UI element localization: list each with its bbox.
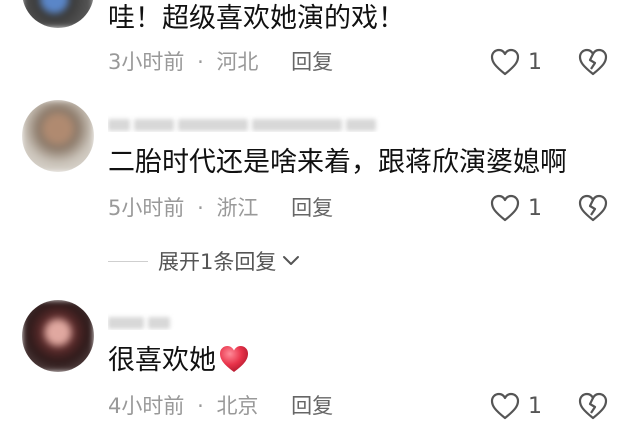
avatar[interactable] <box>22 0 94 28</box>
chevron-down-icon <box>283 256 300 265</box>
comment-location: 北京 <box>216 394 259 418</box>
broken-heart-icon <box>578 392 608 420</box>
reply-button[interactable]: 回复 <box>291 394 333 418</box>
comment-meta: 3小时前 · 河北 回复 <box>108 48 333 76</box>
like-count: 1 <box>528 49 542 75</box>
comment-text-content: 很喜欢她 <box>108 345 216 376</box>
comment-meta: 4小时前 · 北京 回复 <box>108 392 333 420</box>
expand-replies-label: 展开1条回复 <box>158 250 277 274</box>
broken-heart-icon <box>578 48 608 76</box>
comment-time: 5小时前 <box>108 196 185 220</box>
like-count: 1 <box>528 195 542 221</box>
heart-outline-icon <box>490 194 520 222</box>
red-heart-emoji-icon <box>220 346 248 372</box>
like-button[interactable]: 1 <box>490 194 542 222</box>
heart-outline-icon <box>490 48 520 76</box>
meta-separator: · <box>197 50 204 74</box>
avatar[interactable] <box>22 100 94 172</box>
like-button[interactable]: 1 <box>490 48 542 76</box>
comment-time: 4小时前 <box>108 394 185 418</box>
dislike-button[interactable] <box>578 194 608 226</box>
comment-time: 3小时前 <box>108 50 185 74</box>
expand-replies-button[interactable]: 展开1条回复 <box>108 246 300 276</box>
dislike-button[interactable] <box>578 392 608 424</box>
comment-location: 浙江 <box>216 196 259 220</box>
comment-text: 哇！超级喜欢她演的戏！ <box>108 3 405 34</box>
avatar[interactable] <box>22 300 94 372</box>
like-button[interactable]: 1 <box>490 392 542 420</box>
broken-heart-icon <box>578 194 608 222</box>
meta-separator: · <box>197 394 204 418</box>
comment-text: 很喜欢她 <box>108 344 250 378</box>
meta-separator: · <box>197 196 204 220</box>
username-blurred[interactable] <box>108 312 388 330</box>
reply-button[interactable]: 回复 <box>291 50 333 74</box>
divider-line <box>108 260 148 262</box>
heart-outline-icon <box>490 392 520 420</box>
comment-location: 河北 <box>216 50 259 74</box>
username-blurred[interactable] <box>108 114 388 132</box>
comment-text: 二胎时代还是啥来着，跟蒋欣演婆媳啊 <box>108 147 567 178</box>
comment-meta: 5小时前 · 浙江 回复 <box>108 194 333 222</box>
like-count: 1 <box>528 393 542 419</box>
reply-button[interactable]: 回复 <box>291 196 333 220</box>
dislike-button[interactable] <box>578 48 608 80</box>
